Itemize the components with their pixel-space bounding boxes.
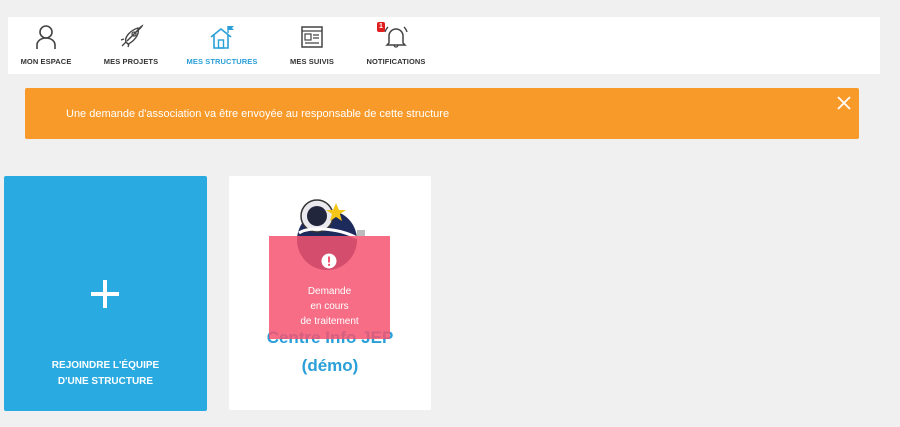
nav-label: MES STRUCTURES	[186, 57, 258, 66]
nav-item-mes-structures[interactable]: MES STRUCTURES	[186, 23, 258, 69]
join-structure-label: REJOINDRE L'ÉQUIPE D'UNE STRUCTURE	[4, 358, 207, 390]
notification-badge: 1	[377, 22, 385, 32]
rocket-icon	[116, 23, 146, 51]
dashboard-icon	[297, 23, 327, 51]
join-label-line2: D'UNE STRUCTURE	[57, 376, 154, 387]
exclamation-icon	[321, 253, 337, 269]
pending-request-overlay: Demande en cours de traitement	[269, 236, 390, 339]
top-navigation: MON ESPACE MES PROJETS MES STRUCTURES ME…	[8, 17, 880, 74]
pending-status-text: Demande en cours de traitement	[300, 286, 359, 327]
info-alert: Une demande d'association va être envoyé…	[25, 88, 859, 139]
nav-item-mon-espace[interactable]: MON ESPACE	[19, 23, 73, 69]
bell-icon: 1	[377, 22, 415, 51]
nav-item-mes-suivis[interactable]: MES SUIVIS	[287, 23, 337, 69]
join-structure-card[interactable]: REJOINDRE L'ÉQUIPE D'UNE STRUCTURE	[4, 176, 207, 411]
nav-item-mes-projets[interactable]: MES PROJETS	[103, 23, 159, 69]
nav-label: MON ESPACE	[20, 57, 72, 66]
structure-name-line2: (démo)	[301, 356, 359, 375]
structure-card[interactable]: Centre Info JEP (démo) Demande en cours …	[229, 176, 431, 410]
nav-label: MES PROJETS	[103, 57, 159, 66]
nav-label: NOTIFICATIONS	[366, 57, 426, 66]
join-label-line1: REJOINDRE L'ÉQUIPE	[51, 360, 160, 371]
nav-item-notifications[interactable]: 1 NOTIFICATIONS	[364, 22, 428, 69]
plus-icon	[90, 279, 120, 309]
alert-message: Une demande d'association va être envoyé…	[66, 107, 450, 120]
user-icon	[31, 23, 61, 51]
nav-label: MES SUIVIS	[290, 57, 334, 66]
house-flag-icon	[207, 23, 237, 51]
close-icon[interactable]	[835, 94, 853, 112]
